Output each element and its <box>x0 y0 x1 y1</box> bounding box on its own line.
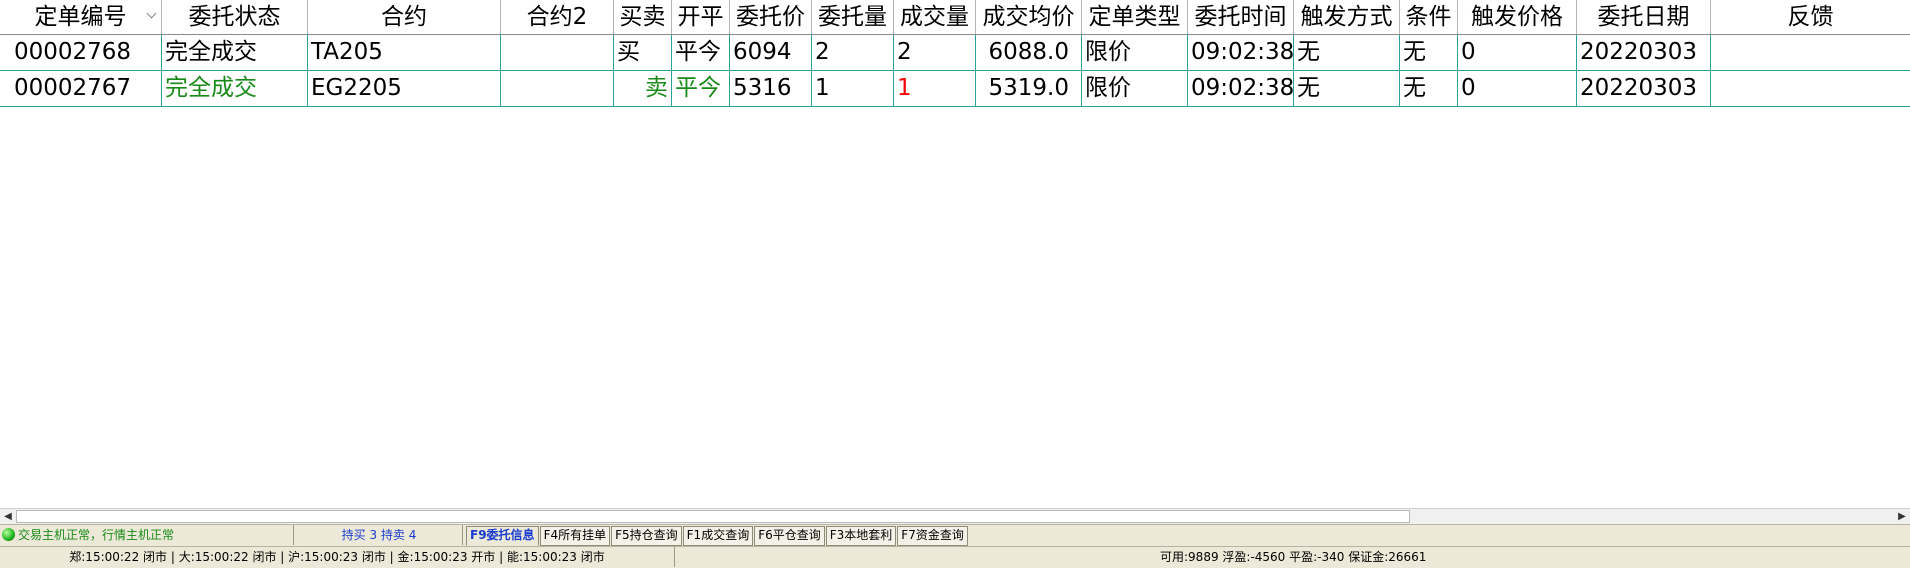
function-tabs: F9委托信息 F4所有挂单 F5持仓查询 F1成交查询 F6平仓查询 F3本地套… <box>466 525 969 546</box>
col-trigger-mode[interactable]: 触发方式 <box>1294 0 1400 34</box>
cell-contract2 <box>501 71 614 106</box>
col-open-close[interactable]: 开平 <box>672 0 730 34</box>
cell-order-price: 6094 <box>730 35 812 70</box>
tab-funds[interactable]: F7资金查询 <box>897 526 968 546</box>
tab-trades[interactable]: F1成交查询 <box>682 526 754 546</box>
cell-order-id: 00002768 <box>0 35 162 70</box>
col-contract[interactable]: 合约 <box>308 0 501 34</box>
market-status-bar: 郑:15:00:22 闭市 | 大:15:00:22 闭市 | 沪:15:00:… <box>0 546 1910 568</box>
position-summary: 持买 3 持卖 4 <box>296 525 463 545</box>
col-label: 定单编号 <box>34 4 127 30</box>
cell-trigger-mode: 无 <box>1294 71 1400 106</box>
cell-status: 完全成交 <box>162 71 308 106</box>
tab-local-arbitrage[interactable]: F3本地套利 <box>825 526 897 546</box>
col-contract2[interactable]: 合约2 <box>501 0 614 34</box>
cell-trigger-price: 0 <box>1458 35 1577 70</box>
cell-trigger-mode: 无 <box>1294 35 1400 70</box>
cell-order-qty: 1 <box>812 71 894 106</box>
host-status-text: 交易主机正常，行情主机正常 <box>18 528 175 542</box>
col-order-qty[interactable]: 委托量 <box>812 0 894 34</box>
table-row[interactable]: 00002767 完全成交 EG2205 卖 平今 5316 1 1 5319.… <box>0 71 1910 107</box>
col-order-time[interactable]: 委托时间 <box>1188 0 1294 34</box>
col-order-price[interactable]: 委托价 <box>730 0 812 34</box>
exchange-times: 郑:15:00:22 闭市 | 大:15:00:22 闭市 | 沪:15:00:… <box>0 547 675 567</box>
cell-condition: 无 <box>1400 71 1458 106</box>
status-tab-bar: 交易主机正常，行情主机正常 持买 3 持卖 4 F9委托信息 F4所有挂单 F5… <box>0 524 1910 546</box>
cell-contract: TA205 <box>308 35 501 70</box>
cell-order-id: 00002767 <box>0 71 162 106</box>
tab-closed[interactable]: F6平仓查询 <box>754 526 825 546</box>
cell-filled-qty: 2 <box>894 35 976 70</box>
host-status: 交易主机正常，行情主机正常 <box>0 525 294 545</box>
tab-orders[interactable]: F9委托信息 <box>466 526 539 546</box>
col-order-type[interactable]: 定单类型 <box>1082 0 1188 34</box>
cell-order-time: 09:02:38 <box>1188 35 1294 70</box>
order-table: 定单编号 委托状态 合约 合约2 买卖 开平 委托价 委托量 成交量 成交均价 … <box>0 0 1910 107</box>
col-condition[interactable]: 条件 <box>1400 0 1458 34</box>
cell-trigger-price: 0 <box>1458 71 1577 106</box>
cell-order-date: 20220303 <box>1577 35 1711 70</box>
cell-feedback <box>1711 35 1910 70</box>
col-filled-qty[interactable]: 成交量 <box>894 0 976 34</box>
cell-open-close: 平今 <box>672 35 730 70</box>
col-order-id[interactable]: 定单编号 <box>0 0 162 34</box>
cell-order-price: 5316 <box>730 71 812 106</box>
table-header: 定单编号 委托状态 合约 合约2 买卖 开平 委托价 委托量 成交量 成交均价 … <box>0 0 1910 35</box>
cell-open-close: 平今 <box>672 71 730 106</box>
cell-order-time: 09:02:38 <box>1188 71 1294 106</box>
col-avg-price[interactable]: 成交均价 <box>976 0 1082 34</box>
cell-order-date: 20220303 <box>1577 71 1711 106</box>
sort-indicator-icon <box>146 8 157 19</box>
cell-filled-qty: 1 <box>894 71 976 106</box>
col-side[interactable]: 买卖 <box>614 0 672 34</box>
tab-positions[interactable]: F5持仓查询 <box>611 526 682 546</box>
cell-order-type: 限价 <box>1082 35 1188 70</box>
cell-order-qty: 2 <box>812 35 894 70</box>
cell-side: 卖 <box>614 71 672 106</box>
arrow-left-icon[interactable]: ◀ <box>0 509 16 524</box>
horizontal-scrollbar[interactable]: ◀ ▶ <box>0 508 1910 524</box>
table-row[interactable]: 00002768 完全成交 TA205 买 平今 6094 2 2 6088.0… <box>0 35 1910 71</box>
arrow-right-icon[interactable]: ▶ <box>1894 509 1910 524</box>
col-status[interactable]: 委托状态 <box>162 0 308 34</box>
cell-condition: 无 <box>1400 35 1458 70</box>
cell-status: 完全成交 <box>162 35 308 70</box>
funds-summary: 可用:9889 浮盈:-4560 平盈:-340 保证金:26661 <box>1160 550 1427 564</box>
cell-contract: EG2205 <box>308 71 501 106</box>
col-trigger-price[interactable]: 触发价格 <box>1458 0 1577 34</box>
cell-feedback <box>1711 71 1910 106</box>
cell-order-type: 限价 <box>1082 71 1188 106</box>
cell-avg-price: 6088.0 <box>976 35 1082 70</box>
cell-contract2 <box>501 35 614 70</box>
col-feedback[interactable]: 反馈 <box>1711 0 1910 34</box>
cell-avg-price: 5319.0 <box>976 71 1082 106</box>
status-light-icon <box>2 528 15 541</box>
cell-side: 买 <box>614 35 672 70</box>
tab-all-pending[interactable]: F4所有挂单 <box>539 526 611 546</box>
scrollbar-thumb[interactable] <box>16 510 1410 523</box>
col-order-date[interactable]: 委托日期 <box>1577 0 1711 34</box>
